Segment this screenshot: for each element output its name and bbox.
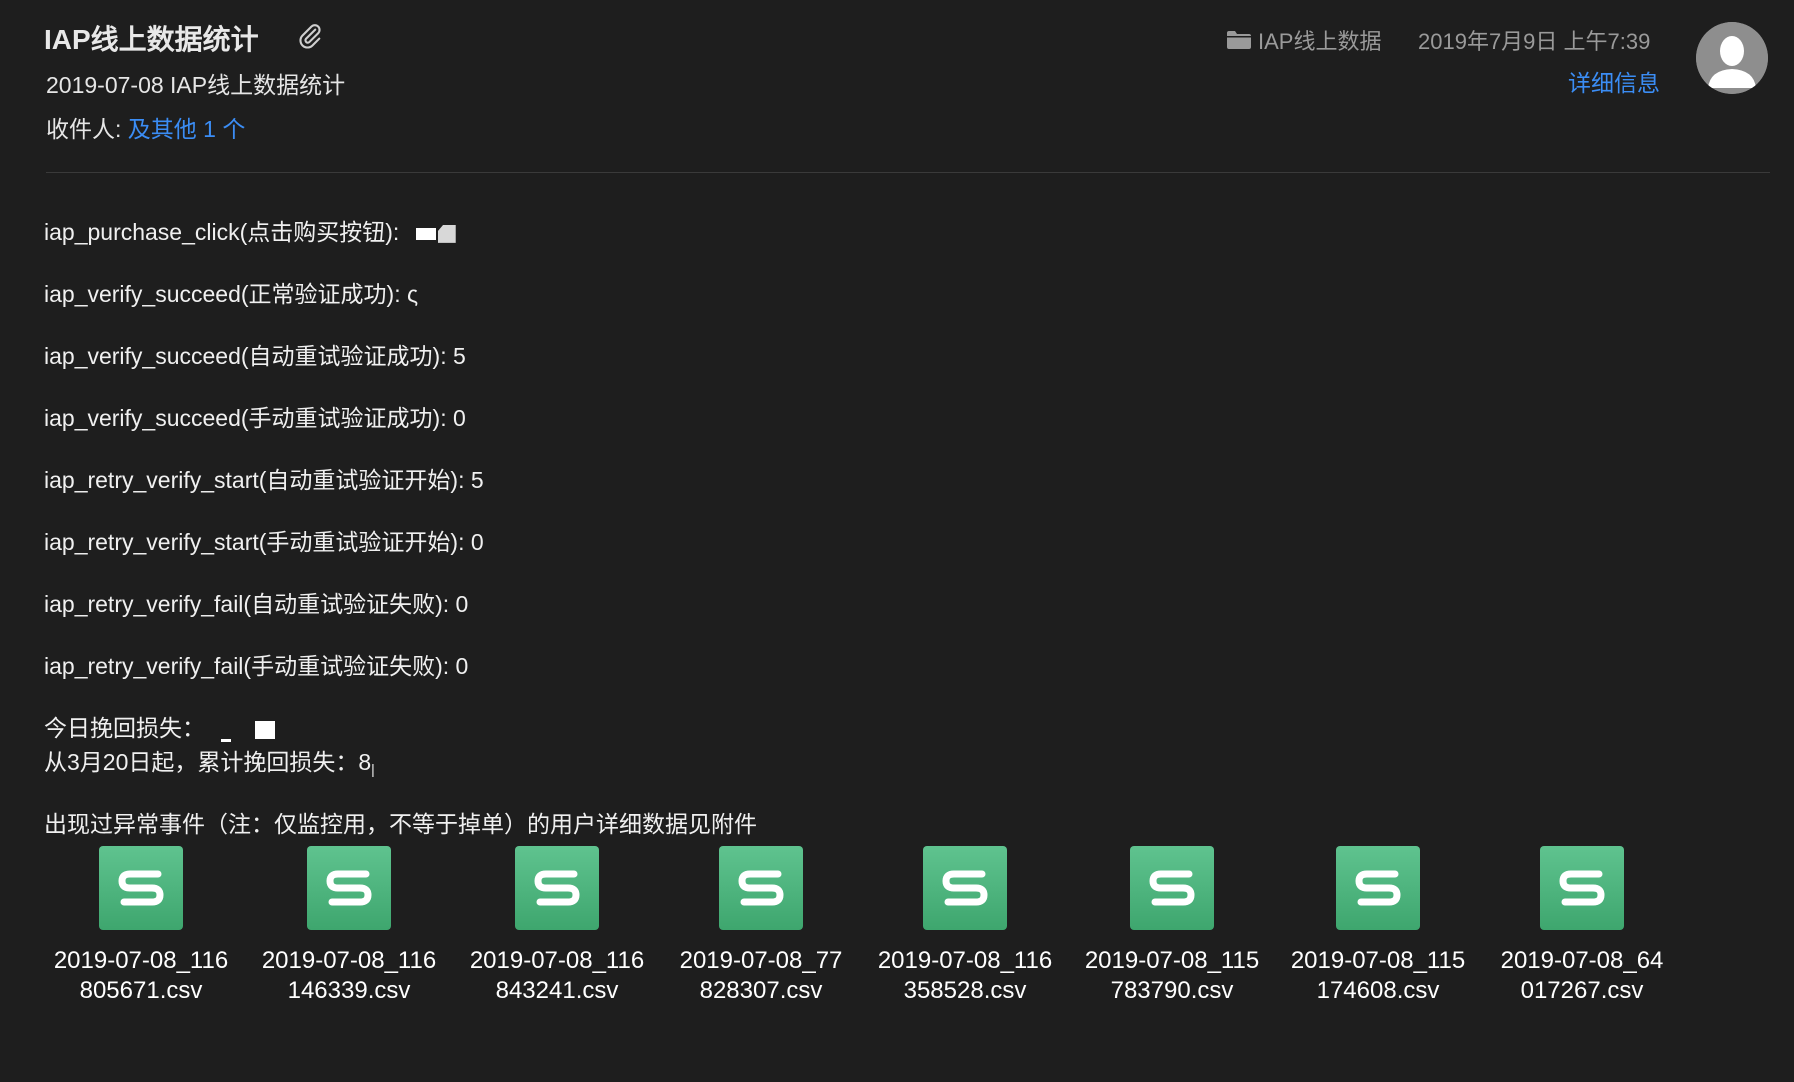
- attachment-filename: 2019-07-08_116 805671.csv: [53, 947, 229, 1004]
- csv-file-icon: [1336, 846, 1420, 930]
- csv-file-icon: [1130, 846, 1214, 930]
- recipients-line: 收件人: 及其他 1 个: [46, 110, 245, 144]
- redacted-value: [221, 739, 232, 742]
- csv-file-icon: [719, 846, 803, 930]
- csv-file-icon: [307, 846, 391, 930]
- attachment-filename: 2019-07-08_64 017267.csv: [1500, 947, 1664, 1004]
- recovered-total-line: 从3月20日起，累计挽回损失：8|: [44, 743, 375, 777]
- attachment-filename: 2019-07-08_115 783790.csv: [1084, 947, 1260, 1004]
- sender-avatar[interactable]: [1696, 22, 1768, 94]
- message-header: IAP线上数据统计 2019-07-08 IAP线上数据统计 收件人: 及其他 …: [0, 0, 1794, 172]
- attachment-item[interactable]: 2019-07-08_64 017267.csv: [1487, 846, 1677, 1006]
- redacted-value: [437, 224, 456, 243]
- metric-line: iap_verify_succeed(正常验证成功): ς: [44, 275, 418, 309]
- attachment-item[interactable]: 2019-07-08_116 358528.csv: [870, 846, 1060, 1006]
- truncated-value: ς: [407, 281, 419, 307]
- details-link[interactable]: 详细信息: [1568, 64, 1660, 98]
- csv-file-icon: [923, 846, 1007, 930]
- attachment-item[interactable]: 2019-07-08_115 783790.csv: [1077, 846, 1267, 1006]
- header-divider: [46, 172, 1770, 173]
- metric-line: iap_purchase_click(点击购买按钮):: [44, 213, 456, 247]
- attachment-filename: 2019-07-08_116 843241.csv: [469, 947, 645, 1004]
- attachment-filename: 2019-07-08_116 146339.csv: [261, 947, 437, 1004]
- message-subtitle: 2019-07-08 IAP线上数据统计: [46, 72, 346, 98]
- metric-line: iap_retry_verify_fail(自动重试验证失败): 0: [44, 591, 469, 617]
- metric-line: iap_retry_verify_start(手动重试验证开始): 0: [44, 529, 484, 555]
- metric-text: iap_purchase_click(点击购买按钮):: [44, 219, 400, 245]
- mailbox-folder[interactable]: IAP线上数据: [1226, 24, 1381, 56]
- attachment-item[interactable]: 2019-07-08_116 843241.csv: [462, 846, 652, 1006]
- attachment-item[interactable]: 2019-07-08_77 828307.csv: [666, 846, 856, 1006]
- paperclip-icon[interactable]: [296, 22, 324, 50]
- metric-text: iap_verify_succeed(正常验证成功):: [44, 281, 407, 307]
- redacted-value: [415, 227, 436, 240]
- csv-file-icon: [1540, 846, 1624, 930]
- recovered-today-text: 今日挽回损失：: [44, 715, 205, 741]
- metric-line: iap_verify_succeed(自动重试验证成功): 5: [44, 343, 466, 369]
- recovered-total-text: 从3月20日起，累计挽回损失：8: [44, 749, 372, 775]
- metric-line: iap_verify_succeed(手动重试验证成功): 0: [44, 405, 466, 431]
- attachment-item[interactable]: 2019-07-08_115 174608.csv: [1283, 846, 1473, 1006]
- metric-line: iap_retry_verify_start(自动重试验证开始): 5: [44, 467, 484, 493]
- folder-icon: [1227, 31, 1251, 49]
- message-date: 2019年7月9日 上午7:39: [1418, 29, 1651, 54]
- recipients-more-link[interactable]: 及其他 1 个: [128, 116, 246, 142]
- recipients-label: 收件人:: [46, 116, 122, 142]
- attachment-filename: 2019-07-08_77 828307.csv: [679, 947, 843, 1004]
- redacted-value: [255, 720, 276, 739]
- truncated-mark: |: [371, 761, 375, 777]
- csv-file-icon: [99, 846, 183, 930]
- attachments-row: 2019-07-08_116 805671.csv 2019-07-08_116 1…: [46, 846, 1746, 1016]
- avatar-silhouette-icon: [1696, 22, 1768, 94]
- metric-line: iap_retry_verify_fail(手动重试验证失败): 0: [44, 653, 469, 679]
- message-subject: IAP线上数据统计: [44, 24, 259, 55]
- attachment-item[interactable]: 2019-07-08_116 146339.csv: [254, 846, 444, 1006]
- attachment-filename: 2019-07-08_116 358528.csv: [877, 947, 1053, 1004]
- csv-file-icon: [515, 846, 599, 930]
- attachment-item[interactable]: 2019-07-08_116 805671.csv: [46, 846, 236, 1006]
- attachment-filename: 2019-07-08_115 174608.csv: [1290, 947, 1466, 1004]
- folder-name: IAP线上数据: [1258, 29, 1382, 54]
- recovered-today-line: 今日挽回损失：: [44, 709, 276, 743]
- attachments-note: 出现过异常事件（注：仅监控用，不等于掉单）的用户详细数据见附件: [44, 811, 757, 837]
